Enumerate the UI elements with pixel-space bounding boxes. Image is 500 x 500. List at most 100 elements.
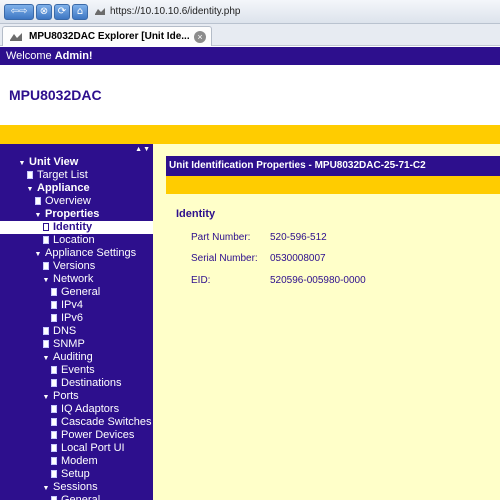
sidebar-item-ipv4[interactable]: IPv4 bbox=[0, 299, 153, 312]
part-number-label: Part Number: bbox=[191, 232, 251, 243]
document-icon bbox=[43, 236, 49, 244]
sidebar-item-iq-adaptors[interactable]: IQ Adaptors bbox=[0, 403, 153, 416]
sidebar-item-label: DNS bbox=[53, 325, 77, 337]
sidebar-item-ports[interactable]: ▼ Ports bbox=[0, 390, 153, 403]
sidebar-item-cascade-switches[interactable]: Cascade Switches bbox=[0, 416, 153, 429]
sidebar-item-label: Local Port UI bbox=[61, 442, 125, 454]
document-icon bbox=[43, 223, 49, 231]
sidebar-item-general[interactable]: General bbox=[0, 286, 153, 299]
sidebar-item-unit-view[interactable]: ▼ Unit View bbox=[0, 156, 153, 169]
serial-number-label: Serial Number: bbox=[191, 253, 258, 264]
stop-icon[interactable]: ⊗ bbox=[36, 3, 52, 20]
sidebar-item-label: Events bbox=[61, 364, 95, 376]
sidebar-item-label: IPv6 bbox=[61, 312, 84, 324]
document-icon-wrap bbox=[50, 495, 58, 500]
sidebar-item-label: Modem bbox=[61, 455, 98, 467]
sidebar-item-label: Auditing bbox=[53, 351, 93, 363]
sidebar-item-network[interactable]: ▼ Network bbox=[0, 273, 153, 286]
document-icon bbox=[35, 197, 41, 205]
sidebar-item-label: Ports bbox=[53, 390, 79, 402]
sidebar-item-appliance-settings[interactable]: ▼ Appliance Settings bbox=[0, 247, 153, 260]
sidebar-item-label: Identity bbox=[53, 221, 93, 233]
close-tab-icon[interactable]: × bbox=[194, 31, 206, 43]
sidebar-item-label: Cascade Switches bbox=[61, 416, 152, 428]
sidebar-item-overview[interactable]: Overview bbox=[0, 195, 153, 208]
sidebar: ▲▼ ▼ Unit View Target List ▼ Appliance Overvi… bbox=[0, 144, 153, 500]
document-icon bbox=[51, 431, 57, 439]
sidebar-item-appliance[interactable]: ▼ Appliance bbox=[0, 182, 153, 195]
sidebar-item-label: SNMP bbox=[53, 338, 85, 350]
navigation-tree: ▼ Unit View Target List ▼ Appliance Overview ▼… bbox=[0, 156, 153, 500]
panel-title: Unit Identification Properties - MPU8032… bbox=[166, 156, 500, 176]
header-accent-bar bbox=[0, 125, 500, 144]
tab-active[interactable]: MPU8032DAC Explorer [Unit Ide... × bbox=[2, 26, 212, 46]
sidebar-item-label: Appliance bbox=[37, 182, 90, 194]
sidebar-item-label: Destinations bbox=[61, 377, 122, 389]
document-icon bbox=[51, 366, 57, 374]
document-icon bbox=[51, 301, 57, 309]
sidebar-item-dns[interactable]: DNS bbox=[0, 325, 153, 338]
sidebar-item-label: Properties bbox=[45, 208, 100, 220]
site-favicon-icon bbox=[95, 7, 105, 15]
refresh-icon[interactable]: ⟳ bbox=[54, 3, 70, 20]
scroll-arrows-icon[interactable]: ▲▼ bbox=[135, 146, 151, 153]
welcome-user: Admin! bbox=[54, 50, 93, 62]
part-number-value: 520-596-512 bbox=[270, 232, 327, 243]
sidebar-item-sessions[interactable]: ▼ Sessions bbox=[0, 481, 153, 494]
sidebar-item-auditing[interactable]: ▼ Auditing bbox=[0, 351, 153, 364]
tab-title: MPU8032DAC Explorer [Unit Ide... bbox=[29, 31, 190, 42]
sidebar-item-label: General bbox=[61, 286, 101, 298]
sidebar-item-local-port-ui[interactable]: Local Port UI bbox=[0, 442, 153, 455]
panel-accent-strip bbox=[166, 176, 500, 194]
url-text[interactable]: https://10.10.10.6/identity.php bbox=[110, 6, 240, 17]
home-icon[interactable]: ⌂ bbox=[72, 3, 88, 20]
sidebar-item-versions[interactable]: Versions bbox=[0, 260, 153, 273]
page-header: MPU8032DAC bbox=[0, 65, 500, 125]
document-icon bbox=[43, 340, 49, 348]
sidebar-item-ipv6[interactable]: IPv6 bbox=[0, 312, 153, 325]
sidebar-item-identity[interactable]: Identity bbox=[0, 221, 153, 234]
sidebar-item-label: Versions bbox=[53, 260, 96, 272]
sidebar-item-target-list[interactable]: Target List bbox=[0, 169, 153, 182]
sidebar-item-label: Setup bbox=[61, 468, 90, 480]
sidebar-item-snmp[interactable]: SNMP bbox=[0, 338, 153, 351]
sidebar-item-label: Power Devices bbox=[61, 429, 135, 441]
document-icon bbox=[51, 288, 57, 296]
eid-label: EID: bbox=[191, 275, 211, 286]
url-field[interactable]: https://10.10.10.6/identity.php bbox=[94, 3, 496, 21]
sidebar-item-label: Location bbox=[53, 234, 95, 246]
sidebar-item-location[interactable]: Location bbox=[0, 234, 153, 247]
eid-value: 520596-005980-0000 bbox=[270, 275, 366, 286]
sidebar-item-events[interactable]: Events bbox=[0, 364, 153, 377]
sidebar-item-label: Network bbox=[53, 273, 94, 285]
document-icon bbox=[51, 405, 57, 413]
serial-number-value: 0530008007 bbox=[270, 253, 326, 264]
sidebar-item-general[interactable]: General bbox=[0, 494, 153, 500]
document-icon bbox=[51, 444, 57, 452]
sidebar-item-power-devices[interactable]: Power Devices bbox=[0, 429, 153, 442]
sidebar-item-properties[interactable]: ▼ Properties bbox=[0, 208, 153, 221]
browser-address-bar: ⇦⇨ ⊗ ⟳ ⌂ https://10.10.10.6/identity.php bbox=[0, 0, 500, 24]
document-icon bbox=[51, 470, 57, 478]
back-forward-icon[interactable]: ⇦⇨ bbox=[4, 3, 34, 20]
sidebar-item-label: Appliance Settings bbox=[45, 247, 137, 259]
document-icon bbox=[51, 496, 57, 500]
sidebar-item-destinations[interactable]: Destinations bbox=[0, 377, 153, 390]
sidebar-item-label: Overview bbox=[45, 195, 91, 207]
sidebar-item-label: Sessions bbox=[53, 481, 98, 493]
welcome-prefix: Welcome bbox=[6, 50, 55, 62]
sidebar-item-label: IQ Adaptors bbox=[61, 403, 120, 415]
tab-bar: MPU8032DAC Explorer [Unit Ide... × bbox=[0, 24, 500, 46]
sidebar-item-label: Target List bbox=[37, 169, 88, 181]
sidebar-item-label: Unit View bbox=[29, 156, 79, 168]
sidebar-item-setup[interactable]: Setup bbox=[0, 468, 153, 481]
document-icon bbox=[51, 457, 57, 465]
document-icon bbox=[51, 379, 57, 387]
welcome-bar: Welcome Admin! bbox=[0, 47, 500, 65]
section-title: Identity bbox=[176, 208, 216, 220]
sidebar-item-modem[interactable]: Modem bbox=[0, 455, 153, 468]
document-icon bbox=[51, 418, 57, 426]
main-panel: Unit Identification Properties - MPU8032… bbox=[153, 144, 500, 500]
document-icon bbox=[43, 262, 49, 270]
page-title: MPU8032DAC bbox=[9, 87, 102, 103]
